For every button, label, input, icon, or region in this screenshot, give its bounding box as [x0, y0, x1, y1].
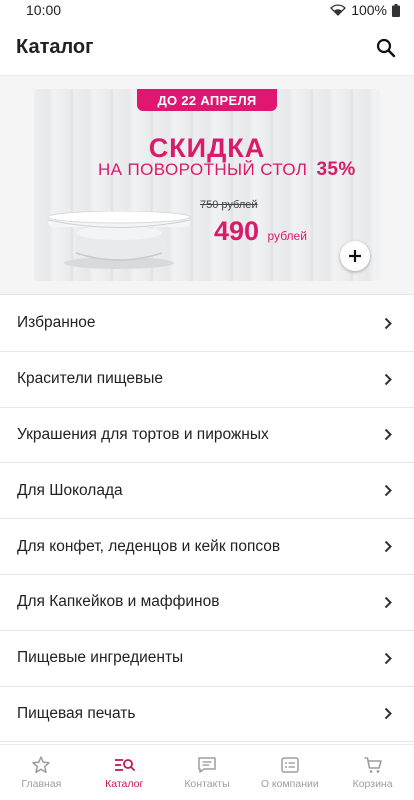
nav-about[interactable]: О компании — [248, 745, 331, 800]
category-label: Пищевые ингредиенты — [17, 649, 184, 667]
promo-date-ribbon: ДО 22 АПРЕЛЯ — [137, 89, 277, 111]
chevron-right-icon — [384, 596, 392, 609]
cart-icon — [364, 757, 382, 773]
promo-discount: 35% — [316, 159, 356, 180]
category-list: Избранное Красители пищевые Украшения дл… — [0, 296, 414, 743]
chevron-right-icon — [384, 317, 392, 330]
category-item[interactable]: Красители пищевые — [0, 352, 414, 408]
star-icon — [32, 756, 51, 774]
category-label: Для Капкейков и маффинов — [17, 593, 220, 611]
chevron-right-icon — [384, 652, 392, 664]
chevron-right-icon — [384, 485, 392, 497]
nav-contacts[interactable]: Контакты — [166, 745, 249, 800]
bottom-navigation: Главная Каталог Контакты О компании Корз… — [0, 744, 414, 800]
turntable-image — [47, 211, 191, 269]
promo-subline-text: НА ПОВОРОТНЫЙ СТОЛ — [98, 160, 308, 179]
app-bar: Каталог — [0, 20, 414, 76]
chevron-right-icon — [384, 373, 392, 385]
promo-currency: рублей — [267, 229, 307, 243]
promo-new-price-value: 490 — [214, 216, 260, 246]
nav-label: Главная — [21, 778, 62, 790]
status-time: 10:00 — [26, 2, 62, 18]
category-item[interactable]: Для конфет, леденцов и кейк попсов — [0, 519, 414, 575]
search-icon — [376, 38, 396, 57]
nav-label: О компании — [260, 778, 319, 790]
info-list-icon — [281, 757, 299, 773]
nav-label: Контакты — [184, 778, 230, 790]
category-label: Красители пищевые — [17, 370, 163, 388]
category-label: Для конфет, леденцов и кейк попсов — [17, 537, 281, 555]
nav-home[interactable]: Главная — [0, 745, 83, 800]
promo-new-price: 490 рублей — [214, 216, 307, 247]
chevron-right-icon — [384, 708, 392, 720]
category-label: Украшения для тортов и пирожных — [17, 425, 269, 443]
battery-level: 100% — [351, 2, 387, 18]
chevron-right-icon — [384, 429, 392, 441]
wifi-icon — [330, 4, 347, 16]
nav-label: Каталог — [105, 778, 144, 790]
add-to-cart-button[interactable] — [340, 241, 370, 271]
category-item[interactable]: Для Капкейков и маффинов — [0, 575, 414, 631]
category-item[interactable]: Избранное — [0, 296, 414, 352]
category-label: Пищевая печать — [17, 704, 136, 722]
category-item[interactable]: Пищевая печать — [0, 687, 414, 743]
chat-icon — [198, 757, 216, 773]
status-icons: 100% — [330, 2, 400, 18]
page-title: Каталог — [16, 36, 94, 58]
promo-section: ДО 22 АПРЕЛЯ СКИДКА НА ПОВОРОТНЫЙ СТОЛ 3… — [0, 76, 414, 295]
promo-subline: НА ПОВОРОТНЫЙ СТОЛ 35% — [98, 159, 356, 181]
search-button[interactable] — [370, 32, 402, 64]
promo-banner[interactable]: ДО 22 АПРЕЛЯ СКИДКА НА ПОВОРОТНЫЙ СТОЛ 3… — [34, 89, 380, 281]
category-item[interactable]: Пищевые ингредиенты — [0, 631, 414, 687]
category-item[interactable]: Для Шоколада — [0, 463, 414, 520]
chevron-right-icon — [384, 540, 392, 553]
battery-icon — [392, 3, 400, 17]
nav-label: Корзина — [352, 778, 393, 790]
nav-cart[interactable]: Корзина — [331, 745, 414, 800]
nav-catalog[interactable]: Каталог — [83, 745, 166, 800]
plus-icon — [349, 250, 361, 262]
status-bar: 10:00 100% — [0, 0, 414, 20]
catalog-search-icon — [115, 759, 136, 771]
category-item[interactable]: Украшения для тортов и пирожных — [0, 408, 414, 464]
category-label: Для Шоколада — [17, 481, 123, 499]
promo-old-price: 750 рублей — [200, 199, 258, 211]
category-label: Избранное — [17, 314, 96, 332]
